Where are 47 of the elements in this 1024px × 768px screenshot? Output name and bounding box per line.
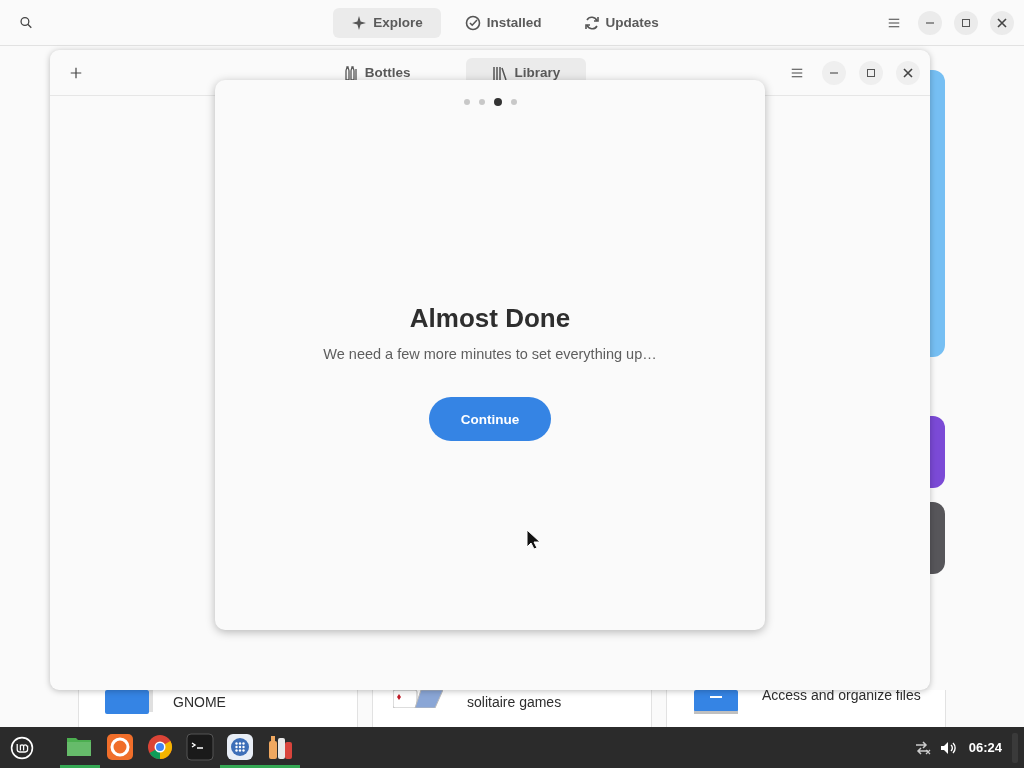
dialog-title: Almost Done bbox=[409, 303, 571, 334]
maximize-button[interactable] bbox=[954, 10, 978, 35]
search-icon bbox=[20, 14, 32, 31]
app-grid-icon bbox=[226, 733, 254, 761]
page-dot[interactable] bbox=[510, 99, 517, 105]
continue-button[interactable]: Continue bbox=[429, 397, 551, 441]
dialog-subtitle: We need a few more minutes to set everything up… bbox=[323, 346, 657, 362]
close-button[interactable] bbox=[896, 60, 920, 85]
app-card[interactable]: Access and organize files bbox=[666, 690, 946, 727]
close-icon bbox=[996, 16, 1008, 29]
app-description: solitaire games bbox=[467, 695, 562, 710]
page-dot[interactable] bbox=[463, 99, 470, 105]
tab[interactable]: Installed bbox=[446, 7, 560, 38]
network-button[interactable] bbox=[913, 739, 931, 756]
page-dot[interactable] bbox=[493, 98, 502, 106]
maximize-icon bbox=[865, 66, 877, 79]
terminal-icon bbox=[186, 733, 214, 761]
app-card[interactable]: GNOME bbox=[78, 690, 358, 727]
app-card[interactable]: solitaire games bbox=[372, 690, 652, 727]
fox-icon bbox=[106, 733, 134, 761]
banner-card[interactable] bbox=[930, 502, 945, 574]
minimize-button[interactable] bbox=[918, 10, 942, 35]
browser-icon bbox=[146, 733, 174, 761]
close-icon bbox=[902, 66, 914, 79]
tab[interactable]: Library bbox=[466, 58, 587, 80]
bottles-icon bbox=[342, 65, 359, 80]
page-dot[interactable] bbox=[478, 99, 485, 105]
app-description: Access and organize files bbox=[762, 688, 921, 703]
banner-card[interactable] bbox=[930, 416, 945, 488]
check-circle-icon bbox=[464, 14, 481, 31]
minimize-icon bbox=[926, 21, 934, 24]
close-button[interactable] bbox=[990, 10, 1014, 35]
tab[interactable]: Updates bbox=[565, 7, 677, 38]
network-icon bbox=[913, 739, 931, 756]
clock[interactable]: 06:24 bbox=[968, 740, 1002, 755]
books-icon bbox=[492, 65, 509, 80]
refresh-icon bbox=[583, 14, 600, 31]
maximize-icon bbox=[960, 16, 972, 29]
bottles-icon bbox=[266, 733, 294, 761]
tab[interactable]: Explore bbox=[333, 7, 441, 38]
mouse-pointer-icon bbox=[526, 529, 542, 551]
tab[interactable]: Bottles bbox=[316, 58, 437, 80]
minimize-icon bbox=[830, 71, 838, 74]
app-description: GNOME bbox=[173, 695, 226, 710]
book-icon bbox=[105, 690, 153, 714]
minimize-button[interactable] bbox=[822, 60, 846, 85]
maximize-button[interactable] bbox=[859, 60, 883, 85]
